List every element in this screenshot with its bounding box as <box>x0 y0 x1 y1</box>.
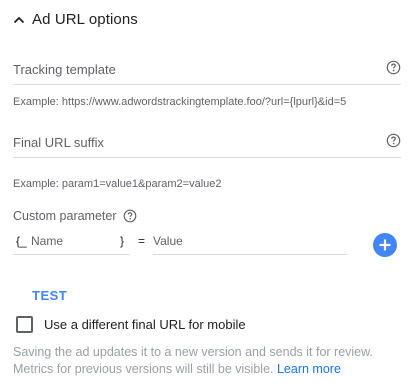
custom-parameter-name-field[interactable]: {_ Name } <box>13 231 130 255</box>
note-line-2: Metrics for previous versions will still… <box>13 361 408 378</box>
ad-url-options-panel: Ad URL options Tracking template Example… <box>0 0 413 389</box>
mobile-url-checkbox[interactable] <box>16 316 33 333</box>
tracking-template-field[interactable]: Tracking template <box>13 55 401 85</box>
section-title: Ad URL options <box>32 11 138 28</box>
final-url-suffix-field[interactable]: Final URL suffix <box>13 128 401 158</box>
test-button[interactable]: TEST <box>32 288 67 303</box>
note-line-2-text: Metrics for previous versions will still… <box>13 362 274 376</box>
note-line-1: Saving the ad updates it to a new versio… <box>13 345 373 359</box>
ad-url-options-header[interactable]: Ad URL options <box>12 11 138 28</box>
chevron-up-icon[interactable] <box>12 13 26 27</box>
plus-icon <box>379 239 391 251</box>
value-placeholder: Value <box>153 234 183 248</box>
equals-sign: = <box>138 234 146 248</box>
learn-more-link[interactable]: Learn more <box>277 362 341 376</box>
version-note: Saving the ad updates it to a new versio… <box>13 344 408 378</box>
custom-parameter-label: Custom parameter <box>13 209 137 223</box>
add-parameter-button[interactable] <box>373 233 397 257</box>
custom-parameter-value-field[interactable]: Value <box>153 231 348 255</box>
tracking-template-placeholder: Tracking template <box>13 62 116 77</box>
mobile-url-checkbox-row[interactable]: Use a different final URL for mobile <box>16 316 246 333</box>
mobile-url-checkbox-label[interactable]: Use a different final URL for mobile <box>44 317 246 332</box>
final-url-suffix-placeholder: Final URL suffix <box>13 135 105 150</box>
help-icon[interactable] <box>386 133 401 148</box>
brace-close: } <box>120 234 125 248</box>
name-placeholder: Name <box>31 234 64 248</box>
final-url-suffix-example: Example: param1=value1&param2=value2 <box>13 178 222 190</box>
help-icon[interactable] <box>123 209 137 223</box>
tracking-template-example: Example: https://www.adwordstrackingtemp… <box>13 96 347 108</box>
help-icon[interactable] <box>386 60 401 75</box>
custom-parameter-label-text: Custom parameter <box>13 209 117 223</box>
brace-open: {_ <box>16 234 27 248</box>
